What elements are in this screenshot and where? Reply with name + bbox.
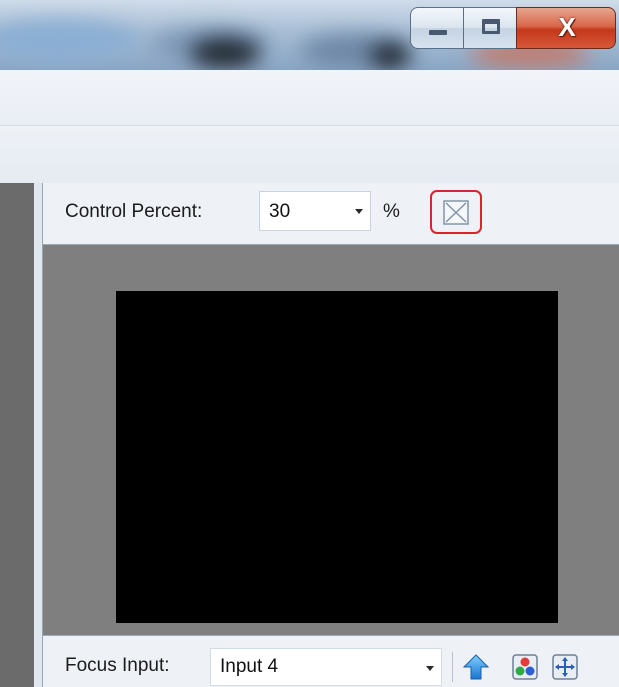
chevron-down-icon	[355, 209, 363, 214]
focus-bar: Focus Input: Input 4	[43, 635, 619, 687]
maximize-icon	[482, 19, 500, 34]
title-bar: X	[0, 0, 619, 70]
focus-input-label: Focus Input:	[65, 655, 170, 676]
minimize-button[interactable]	[410, 7, 463, 49]
control-percent-value[interactable]: 30	[269, 201, 290, 223]
focus-input-select[interactable]: Input 4	[210, 648, 442, 686]
side-panel-edge	[0, 183, 34, 687]
preview-toolbar: Control Percent: 30 %	[43, 183, 619, 245]
app-window: X Control Percent: 30 % Focus Input: Inp…	[0, 0, 619, 687]
close-icon: X	[558, 12, 576, 42]
percent-unit-label: %	[383, 201, 400, 222]
panel-gap	[34, 183, 42, 687]
move-arrows-icon[interactable]	[552, 654, 578, 680]
focus-input-dropdown-button[interactable]	[419, 649, 441, 685]
control-percent-dropdown-button[interactable]	[348, 192, 370, 230]
blue-up-arrow-icon[interactable]	[463, 654, 489, 680]
toolbar-strip	[0, 125, 619, 183]
chevron-down-icon	[426, 666, 434, 671]
toolbar-separator	[452, 652, 453, 682]
preview-panel: Control Percent: 30 % Focus Input: Input…	[42, 183, 619, 687]
fit-to-window-icon	[443, 200, 469, 225]
control-percent-label: Control Percent:	[65, 201, 203, 222]
minimize-icon	[429, 30, 447, 35]
fit-to-window-button[interactable]	[430, 190, 482, 234]
control-percent-combobox[interactable]: 30	[259, 191, 371, 231]
caption-buttons: X	[410, 7, 616, 51]
video-preview[interactable]	[116, 291, 558, 623]
maximize-button[interactable]	[463, 7, 516, 49]
focus-input-value[interactable]: Input 4	[220, 656, 278, 678]
close-button[interactable]: X	[516, 7, 616, 49]
color-dots-icon[interactable]	[512, 654, 538, 680]
menu-strip	[0, 70, 619, 125]
